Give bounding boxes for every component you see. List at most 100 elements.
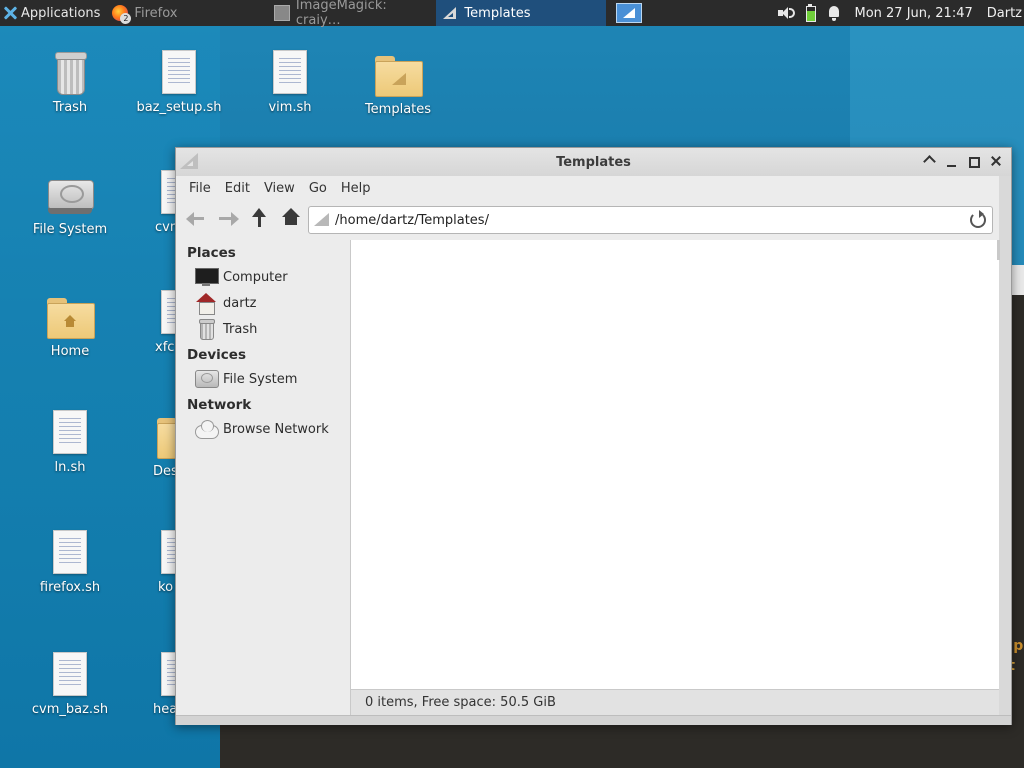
forward-button[interactable]	[213, 204, 244, 232]
sidebar-header-network: Network	[187, 397, 252, 413]
reload-icon[interactable]	[970, 210, 986, 228]
desktop-icon-firefox-sh[interactable]: firefox.sh	[20, 530, 120, 595]
applications-menu-label: Applications	[21, 5, 101, 21]
templates-icon	[180, 153, 198, 171]
text-document-icon	[162, 50, 196, 94]
volume-icon[interactable]	[777, 4, 796, 22]
minimize-button[interactable]	[941, 152, 963, 172]
file-manager-window: Templates File Edit View Go Help /home/d…	[175, 147, 1012, 725]
desktop-icon-cvm-baz[interactable]: cvm_baz.sh	[20, 652, 120, 717]
close-button[interactable]	[985, 152, 1007, 172]
top-panel: Applications 2 Firefox ImageMagick: crai…	[0, 0, 1024, 28]
sidebar-item-label: File System	[223, 371, 298, 387]
desktop-icon-trash[interactable]: Trash	[20, 50, 120, 115]
menu-bar: File Edit View Go Help	[176, 176, 1011, 200]
desktop-icon-label: ln.sh	[54, 460, 86, 475]
desktop-icon-label: xfc	[155, 340, 175, 355]
user-menu[interactable]: Dartz	[981, 6, 1024, 21]
applications-menu[interactable]: Applications	[0, 0, 106, 26]
sidebar-item-label: Browse Network	[223, 421, 329, 437]
desktop-icon-ln[interactable]: ln.sh	[20, 410, 120, 475]
sidebar-item-browse-network[interactable]: Browse Network	[177, 416, 349, 442]
desktop-icon-label: baz_setup.sh	[136, 100, 222, 115]
desktop-icon-baz-setup[interactable]: baz_setup.sh	[129, 50, 229, 115]
scrollbar[interactable]	[997, 240, 1000, 260]
shade-window-button[interactable]	[919, 152, 941, 172]
desktop-icon-label: Templates	[364, 102, 432, 117]
firefox-icon: 2	[112, 5, 132, 24]
trash-icon	[195, 319, 217, 340]
home-button[interactable]	[275, 204, 306, 232]
window-title: Templates	[556, 154, 631, 170]
desktop-icon-home[interactable]: Home	[20, 292, 120, 359]
sidebar-item-label: Computer	[223, 269, 288, 285]
desktop-icon-vim[interactable]: vim.sh	[240, 50, 340, 115]
templates-folder-icon	[375, 56, 423, 97]
templates-icon	[314, 212, 330, 228]
location-path[interactable]: /home/dartz/Templates/	[335, 213, 970, 228]
window-titlebar[interactable]: Templates	[176, 148, 1011, 176]
sidebar: Places Computer dartz Trash Devices File…	[177, 240, 349, 715]
status-text: 0 items, Free space: 50.5 GiB	[365, 695, 556, 710]
parent-folder-button[interactable]	[244, 204, 275, 232]
desktop-icon-label: ko	[158, 580, 174, 595]
sidebar-item-label: Trash	[223, 321, 258, 337]
sidebar-item-computer[interactable]: Computer	[177, 264, 349, 290]
maximize-button[interactable]	[963, 152, 985, 172]
menu-edit[interactable]: Edit	[218, 181, 257, 196]
drive-icon	[195, 369, 219, 389]
desktop-icon-file-system[interactable]: File System	[20, 172, 120, 237]
text-document-icon	[53, 410, 87, 454]
menu-file[interactable]: File	[182, 181, 218, 196]
trash-icon	[54, 50, 87, 95]
desktop-icon-cvm[interactable]: cvm	[117, 170, 195, 235]
menu-go[interactable]: Go	[302, 181, 334, 196]
computer-icon	[195, 267, 219, 287]
task-templates[interactable]: Templates	[436, 0, 607, 26]
desktop-icon-desktop-folder[interactable]: Des	[117, 412, 205, 479]
workspace-switcher[interactable]	[616, 3, 643, 23]
battery-icon[interactable]	[801, 4, 819, 22]
home-folder-icon	[47, 298, 95, 339]
sidebar-item-home[interactable]: dartz	[177, 290, 349, 316]
desktop-icon-ko[interactable]: ko	[117, 530, 195, 595]
desktop-icon-xfc[interactable]: xfc	[117, 290, 195, 355]
location-bar[interactable]: /home/dartz/Templates/	[308, 206, 993, 234]
window-count-badge: 2	[120, 13, 132, 24]
sidebar-item-label: dartz	[223, 295, 257, 311]
task-label: Templates	[464, 5, 531, 21]
status-bar: 0 items, Free space: 50.5 GiB	[350, 689, 999, 715]
templates-icon	[442, 5, 458, 21]
desktop-icon-label: Home	[50, 344, 90, 359]
sidebar-item-trash[interactable]: Trash	[177, 316, 349, 342]
panel-clock[interactable]: Mon 27 Jun, 21:47	[846, 6, 980, 21]
menu-view[interactable]: View	[257, 181, 302, 196]
desktop-icon-label: File System	[32, 222, 108, 237]
network-cloud-icon	[195, 419, 219, 439]
notification-bell-icon[interactable]	[825, 4, 843, 22]
imagemagick-icon	[274, 5, 290, 21]
drive-icon	[48, 180, 94, 216]
desktop-icon-label: cvm_baz.sh	[31, 702, 109, 717]
task-label: ImageMagick: craiy…	[295, 0, 387, 28]
text-document-icon	[53, 652, 87, 696]
text-document-icon	[53, 530, 87, 574]
sidebar-header-places: Places	[187, 245, 236, 261]
sidebar-item-file-system[interactable]: File System	[177, 366, 349, 392]
text-document-icon	[273, 50, 307, 94]
desktop-icon-templates[interactable]: Templates	[348, 50, 448, 117]
task-label: Firefox	[134, 5, 178, 21]
window-border	[999, 176, 1011, 725]
file-view[interactable]	[350, 240, 999, 689]
home-icon	[195, 293, 217, 315]
sidebar-header-devices: Devices	[187, 347, 246, 363]
task-imagemagick[interactable]: ImageMagick: craiy…	[268, 0, 436, 28]
back-button[interactable]	[182, 204, 213, 232]
desktop-icon-label: vim.sh	[268, 100, 312, 115]
task-firefox[interactable]: 2 Firefox	[106, 0, 268, 26]
desktop-icon-label: Trash	[52, 100, 88, 115]
xfce-logo-icon	[2, 5, 18, 21]
desktop-icon-label: firefox.sh	[39, 580, 101, 595]
window-bottom-border	[176, 715, 1011, 725]
menu-help[interactable]: Help	[334, 181, 378, 196]
